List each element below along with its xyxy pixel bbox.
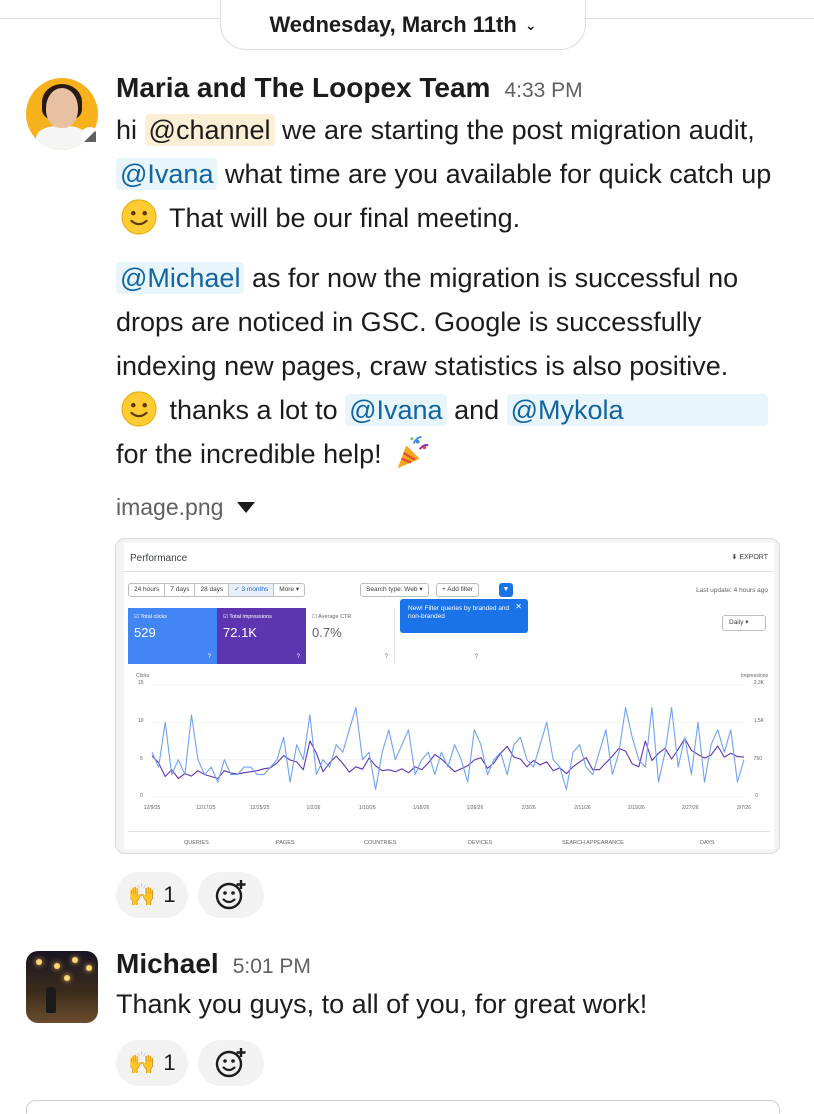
gsc-tab: SEARCH APPEARANCE [562,840,624,846]
image-attachment[interactable]: Performance ⬇ EXPORT 24 hours 7 days 28 … [115,538,780,854]
message-header: Maria and The Loopex Team 4:33 PM [116,72,776,104]
mention-mykola[interactable]: @Mykola [506,394,768,426]
gsc-date-tick: 2/27/26 [682,805,699,811]
chevron-down-icon: ⌄ [524,17,537,33]
party-popper-icon [397,435,429,469]
message-text: for the incredible help! [116,439,390,469]
reaction-raised-hands[interactable]: 🙌 1 [116,1040,188,1086]
message-paragraph-2: @Michael as for now the migration is suc… [116,256,776,476]
mention-ivana[interactable]: @Ivana [345,394,447,426]
reaction-count: 1 [163,1050,176,1075]
gsc-date-tick: 12/9/25 [144,805,161,811]
add-reaction-icon [215,1048,246,1078]
raised-hands-icon: 🙌 [128,1050,156,1075]
message-text: what time are you available for quick ca… [217,159,772,189]
attachment-filename: image.png [116,494,224,520]
reaction-bar: 🙌 1 [116,1040,264,1086]
caret-down-icon [237,502,256,513]
message-text: and [446,395,507,425]
message-header: Michael 5:01 PM [116,948,647,980]
gsc-tab: DEVICES [468,840,493,846]
gsc-date-tick: 1/26/26 [467,805,484,811]
message-text: thanks a lot to [162,395,346,425]
gsc-date-tick: 12/17/25 [196,805,216,811]
sender-name[interactable]: Michael [116,948,219,980]
mention-ivana[interactable]: @Ivana [116,158,218,190]
sender-name[interactable]: Maria and The Loopex Team [116,72,490,104]
message-maria: Maria and The Loopex Team 4:33 PM hi @ch… [116,72,776,476]
gsc-tab: QUERIES [184,840,209,846]
gsc-performance-chart: 12/9/25 12/17/25 12/25/25 1/2/26 1/10/26 1/18… [144,684,751,811]
timestamp[interactable]: 5:01 PM [233,955,311,979]
date-divider-button[interactable]: Wednesday, March 11th ⌄ [220,0,586,50]
gsc-date-tick: 2/11/26 [574,805,591,811]
reaction-count: 1 [163,882,176,907]
gsc-tab: DAYS [700,840,715,846]
next-message-preview [26,1100,780,1114]
gsc-performance-panel: Performance ⬇ EXPORT 24 hours 7 days 28 … [124,543,774,849]
add-reaction-button[interactable] [197,1040,264,1086]
gsc-date-tick: 2/19/26 [628,805,645,811]
gsc-date-tick: 12/25/25 [250,805,270,811]
slightly-smiling-face-icon [121,199,157,235]
reaction-bar: 🙌 1 [116,872,264,918]
date-divider-label: Wednesday, March 11th [269,11,517,37]
gsc-date-tick: 1/2/26 [307,805,321,811]
message-text: hi [116,115,145,145]
message-text: Thank you guys, to all of you, for great… [116,989,648,1019]
message-paragraph-1: hi @channel we are starting the post mig… [116,108,776,240]
message-text: That will be our final meeting. [162,203,521,233]
attachment-toggle[interactable]: image.png [116,494,256,521]
gsc-dimension-tabs: QUERIES PAGES COUNTRIES DEVICES SEARCH A… [128,831,770,849]
message-michael: Michael 5:01 PM Thank you guys, to all o… [116,948,647,1026]
gsc-tab: COUNTRIES [364,840,397,846]
mention-michael[interactable]: @Michael [116,262,245,294]
add-reaction-button[interactable] [197,872,264,918]
timestamp[interactable]: 4:33 PM [504,79,582,103]
reaction-raised-hands[interactable]: 🙌 1 [116,872,188,918]
gsc-date-tick: 1/18/26 [413,805,430,811]
presence-status-icon [81,127,99,145]
gsc-date-tick: 3/7/26 [737,805,751,811]
gsc-tab: PAGES [276,840,295,846]
mention-channel[interactable]: @channel [144,114,275,146]
add-reaction-icon [215,880,246,910]
avatar-michael[interactable] [26,951,98,1023]
raised-hands-icon: 🙌 [128,882,156,907]
gsc-clicks-line [151,706,745,791]
message-text: we are starting the post migration audit… [274,115,755,145]
gsc-date-tick: 1/10/26 [359,805,376,811]
gsc-date-tick: 2/3/26 [522,805,536,811]
slightly-smiling-face-icon [121,391,157,427]
